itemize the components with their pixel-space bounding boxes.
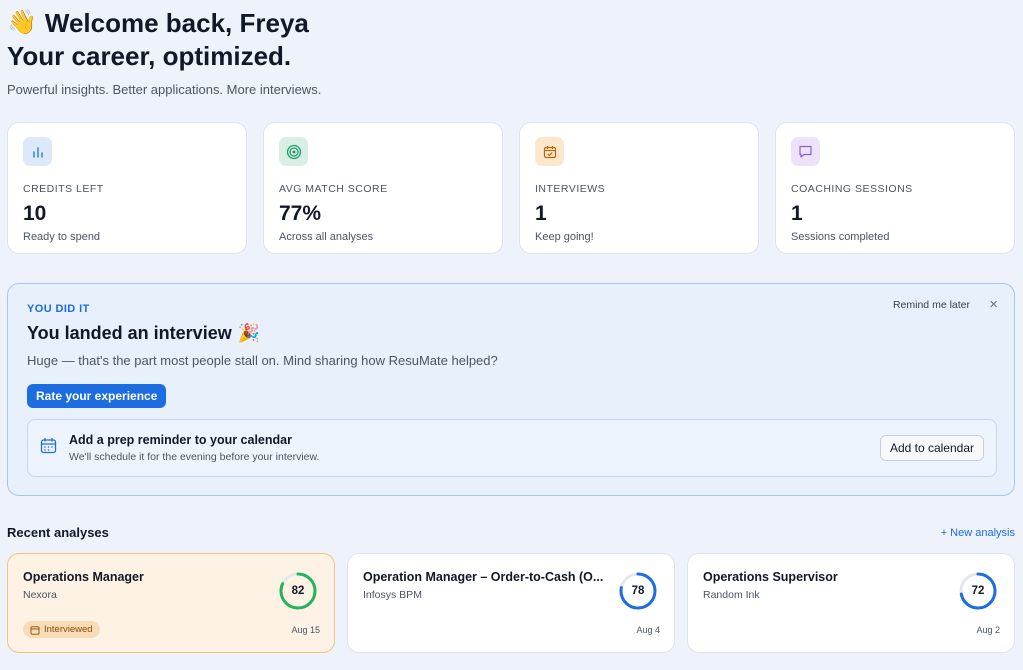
page-title: Your career, optimized. [7, 41, 292, 71]
stat-value: 1 [535, 202, 547, 225]
remind-me-later-link[interactable]: Remind me later [893, 299, 970, 311]
analysis-date: Aug 15 [291, 625, 320, 635]
stat-label: CREDITS LEFT [23, 183, 104, 195]
status-badge-label: Interviewed [44, 624, 93, 635]
analysis-company: Infosys BPM [363, 589, 422, 601]
recent-analyses-heading: Recent analyses [7, 525, 109, 540]
chat-bubble-icon [791, 137, 820, 166]
stat-card-interviews: INTERVIEWS 1 Keep going! [519, 122, 759, 254]
stat-subtext: Ready to spend [23, 231, 101, 243]
calendar-icon [30, 625, 40, 635]
analysis-title: Operation Manager – Order-to-Cash (O... [363, 570, 604, 584]
stat-subtext: Sessions completed [791, 231, 890, 243]
banner-eyebrow: YOU DID IT [27, 303, 90, 315]
add-to-calendar-button[interactable]: Add to calendar [879, 435, 984, 461]
party-popper-icon: 🎉 [237, 323, 261, 343]
analysis-card[interactable]: Operations Supervisor Random Ink 72 Aug … [687, 553, 1015, 653]
reminder-text: Add a prep reminder to your calendar We'… [69, 433, 880, 463]
close-icon[interactable]: × [989, 297, 998, 312]
stat-card-match-score: AVG MATCH SCORE 77% Across all analyses [263, 122, 503, 254]
reminder-subtitle: We'll schedule it for the evening before… [69, 451, 320, 463]
stats-row: CREDITS LEFT 10 Ready to spend AVG MATCH… [7, 122, 1015, 254]
bar-chart-icon [23, 137, 52, 166]
reminder-title: Add a prep reminder to your calendar [69, 433, 292, 447]
target-icon [279, 137, 308, 166]
stat-value: 10 [23, 202, 47, 225]
stat-subtext: Keep going! [535, 231, 594, 243]
analysis-company: Random Ink [703, 589, 760, 601]
wave-emoji: 👋 [7, 9, 37, 36]
analysis-date: Aug 4 [636, 625, 660, 635]
status-badge: Interviewed [23, 621, 100, 638]
welcome-header: 👋 Welcome back, Freya Your career, optim… [7, 6, 321, 97]
score-value: 82 [291, 585, 305, 597]
calendar-icon [40, 437, 57, 459]
welcome-text: Welcome back, Freya [44, 8, 309, 38]
calendar-reminder-box: Add a prep reminder to your calendar We'… [27, 419, 997, 477]
stat-label: COACHING SESSIONS [791, 183, 913, 195]
analysis-title: Operations Manager [23, 570, 144, 584]
banner-title-text: You landed an interview [27, 323, 232, 343]
welcome-line: 👋 Welcome back, Freya [7, 6, 321, 40]
stat-card-credits: CREDITS LEFT 10 Ready to spend [7, 122, 247, 254]
page-tagline: Powerful insights. Better applications. … [7, 82, 322, 97]
analysis-card[interactable]: Operation Manager – Order-to-Cash (O... … [347, 553, 675, 653]
stat-label: AVG MATCH SCORE [279, 183, 388, 195]
analysis-date: Aug 2 [976, 625, 1000, 635]
banner-description: Huge — that's the part most people stall… [27, 353, 498, 368]
calendar-check-icon [535, 137, 564, 166]
analysis-title: Operations Supervisor [703, 570, 838, 584]
stat-label: INTERVIEWS [535, 183, 606, 195]
stat-value: 77% [279, 202, 322, 225]
score-value: 72 [971, 585, 985, 597]
interview-celebration-banner: YOU DID IT You landed an interview 🎉 Hug… [7, 283, 1015, 496]
stat-subtext: Across all analyses [279, 231, 374, 243]
stat-card-coaching: COACHING SESSIONS 1 Sessions completed [775, 122, 1015, 254]
banner-title: You landed an interview 🎉 [27, 323, 995, 344]
analysis-card[interactable]: Operations Manager Nexora 82 Interviewed… [7, 553, 335, 653]
new-analysis-link[interactable]: + New analysis [941, 527, 1015, 539]
analysis-company: Nexora [23, 589, 57, 601]
stat-value: 1 [791, 202, 803, 225]
score-value: 78 [631, 585, 645, 597]
recent-analyses-list: Operations Manager Nexora 82 Interviewed… [7, 553, 1015, 653]
rate-experience-button[interactable]: Rate your experience [27, 384, 167, 408]
